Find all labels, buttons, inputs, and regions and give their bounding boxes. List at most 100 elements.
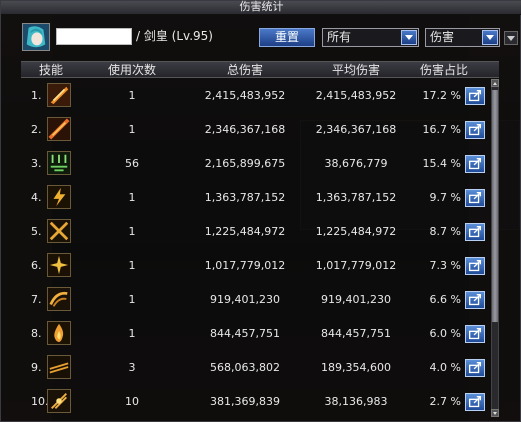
row-use-count: 1 [128,293,136,306]
sword-dance-skill-icon [47,389,71,413]
scroll-up-icon[interactable] [491,79,499,87]
table-scrollbar[interactable] [491,79,499,417]
row-average-damage: 2,346,367,168 [315,123,397,136]
row-average-damage: 38,676,779 [324,157,388,170]
row-damage-share: 7.3 % [429,259,461,272]
header-total-damage[interactable]: 总伤害 [193,62,297,79]
damage-stats-window: 伤害统计 / 剑皇 (Lv.95) 重置 所有 伤害 技能 使用次数 总伤害 平… [0,0,521,422]
row-use-count: 1 [128,225,136,238]
table-row[interactable]: 6. 1 1,017,779,012 1,017,779,012 7.3 % [21,249,491,283]
flame-skill-icon [47,321,71,345]
row-total-damage: 1,363,787,152 [204,191,286,204]
share-icon[interactable] [465,155,485,173]
row-use-count: 56 [125,157,139,170]
scroll-thumb[interactable] [492,90,498,322]
filter-dropdown-value: 所有 [327,30,352,44]
table-row[interactable]: 7. 1 919,401,230 919,401,230 6.6 % [21,283,491,317]
table-row[interactable]: 9. 3 568,063,802 189,354,600 4.0 % [21,351,491,385]
row-rank: 8. [31,327,42,340]
row-total-damage: 1,225,484,972 [204,225,286,238]
character-avatar [22,23,50,51]
share-icon[interactable] [465,189,485,207]
row-rank: 6. [31,259,42,272]
share-icon[interactable] [465,121,485,139]
share-icon[interactable] [465,223,485,241]
row-average-damage: 844,457,751 [321,327,391,340]
row-damage-share: 6.0 % [429,327,461,340]
row-total-damage: 568,063,802 [210,361,280,374]
row-average-damage: 1,225,484,972 [315,225,397,238]
share-icon[interactable] [465,359,485,377]
burst-skill-icon [47,253,71,277]
cross-slash-skill-icon [47,219,71,243]
row-total-damage: 2,346,367,168 [204,123,286,136]
table-row[interactable]: 3. 56 2,165,899,675 38,676,779 15.4 % [21,147,491,181]
slash-skill-icon [47,83,71,107]
wave-slash-skill-icon [47,287,71,311]
row-average-damage: 2,415,483,952 [315,89,397,102]
multi-sword-skill-icon [47,151,71,175]
row-rank: 5. [31,225,42,238]
table-row[interactable]: 4. 1 1,363,787,152 1,363,787,152 9.7 % [21,181,491,215]
row-damage-share: 8.7 % [429,225,461,238]
row-average-damage: 189,354,600 [321,361,391,374]
row-total-damage: 381,369,839 [210,395,280,408]
share-icon[interactable] [465,257,485,275]
row-damage-share: 9.7 % [429,191,461,204]
row-damage-share: 17.2 % [422,89,461,102]
row-average-damage: 38,136,983 [324,395,388,408]
row-total-damage: 919,401,230 [210,293,280,306]
row-use-count: 1 [128,327,136,340]
table-row[interactable]: 2. 1 2,346,367,168 2,346,367,168 16.7 % [21,113,491,147]
table-header: 技能 使用次数 总伤害 平均伤害 伤害占比 [21,61,499,78]
row-total-damage: 2,415,483,952 [204,89,286,102]
filter-dropdown[interactable]: 所有 [322,28,419,47]
table-row[interactable]: 1. 1 2,415,483,952 2,415,483,952 17.2 % [21,79,491,113]
window-title: 伤害统计 [1,1,521,15]
header-average-damage[interactable]: 平均伤害 [304,62,408,79]
dash-slash-skill-icon [47,355,71,379]
header-skill[interactable]: 技能 [31,62,71,79]
scroll-down-icon[interactable] [491,409,499,417]
row-rank: 7. [31,293,42,306]
row-use-count: 1 [128,123,136,136]
chevron-down-icon[interactable] [482,30,498,45]
chevron-down-icon[interactable] [401,30,417,45]
row-rank: 10. [31,395,49,408]
header-damage-share[interactable]: 伤害占比 [411,62,477,79]
row-total-damage: 2,165,899,675 [204,157,286,170]
collapse-arrow-icon[interactable] [504,31,518,45]
row-average-damage: 1,017,779,012 [315,259,397,272]
share-icon[interactable] [465,393,485,411]
flash-skill-icon [47,185,71,209]
row-rank: 1. [31,89,42,102]
table-row[interactable]: 8. 1 844,457,751 844,457,751 6.0 % [21,317,491,351]
character-name-redacted [56,28,132,45]
stat-type-dropdown-value: 伤害 [430,30,455,44]
table-row[interactable]: 5. 1 1,225,484,972 1,225,484,972 8.7 % [21,215,491,249]
row-rank: 2. [31,123,42,136]
character-class-level: / 剑皇 (Lv.95) [136,29,213,43]
row-use-count: 1 [128,89,136,102]
share-icon[interactable] [465,87,485,105]
row-rank: 4. [31,191,42,204]
row-damage-share: 6.6 % [429,293,461,306]
row-use-count: 1 [128,191,136,204]
stat-type-dropdown[interactable]: 伤害 [425,28,500,47]
row-damage-share: 16.7 % [422,123,461,136]
share-icon[interactable] [465,325,485,343]
stats-header: / 剑皇 (Lv.95) 重置 所有 伤害 [1,15,521,61]
row-use-count: 1 [128,259,136,272]
character-portrait-icon [23,24,49,50]
header-use-count[interactable]: 使用次数 [101,62,163,79]
row-rank: 9. [31,361,42,374]
row-use-count: 3 [128,361,136,374]
row-use-count: 10 [125,395,139,408]
row-damage-share: 2.7 % [429,395,461,408]
row-damage-share: 4.0 % [429,361,461,374]
blade-skill-icon [47,117,71,141]
row-total-damage: 844,457,751 [210,327,280,340]
reset-button[interactable]: 重置 [259,28,315,47]
share-icon[interactable] [465,291,485,309]
table-row[interactable]: 10. 10 381,369,839 38,136,983 2.7 % [21,385,491,419]
